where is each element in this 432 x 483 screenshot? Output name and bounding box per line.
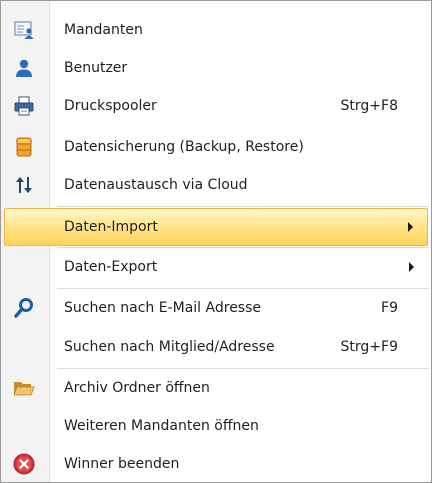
menu-item-label: Winner beenden [64, 456, 180, 472]
exit-icon [12, 452, 36, 476]
menu-item-shortcut: F9 [381, 300, 398, 316]
menu-item-label: Suchen nach Mitglied/Adresse [64, 339, 275, 355]
menu-item-daten-export[interactable]: Daten-Export [4, 248, 428, 286]
menu-item-shortcut: Strg+F9 [340, 339, 398, 355]
menu-item-archiv-ordner[interactable]: Archiv Ordner öffnen [4, 369, 428, 407]
context-menu: Mandanten Benutzer Druckspooler Strg+F8 [0, 0, 432, 483]
menu-item-shortcut: Strg+F8 [340, 98, 398, 114]
menu-item-daten-import[interactable]: Daten-Import [4, 208, 428, 246]
folder-open-icon [12, 376, 36, 400]
menu-item-label: Druckspooler [64, 98, 157, 114]
user-icon [12, 56, 36, 80]
menu-item-label: Datenaustausch via Cloud [64, 177, 248, 193]
menu-item-label: Weiteren Mandanten öffnen [64, 418, 259, 434]
up-down-arrows-icon [12, 173, 36, 197]
search-icon [12, 296, 36, 320]
submenu-arrow-icon [409, 262, 414, 272]
menu-item-datensicherung[interactable]: Datensicherung (Backup, Restore) [4, 128, 428, 166]
menu-separator [57, 206, 429, 207]
menu-item-suchen-email[interactable]: Suchen nach E-Mail Adresse F9 [4, 289, 428, 327]
menu-item-suchen-mitglied[interactable]: Suchen nach Mitglied/Adresse Strg+F9 [4, 328, 428, 366]
clients-list-icon [12, 18, 36, 42]
menu-item-label: Suchen nach E-Mail Adresse [64, 300, 262, 316]
menu-item-label: Archiv Ordner öffnen [64, 380, 210, 396]
menu-item-druckspooler[interactable]: Druckspooler Strg+F8 [4, 87, 428, 125]
submenu-arrow-icon [408, 222, 413, 232]
menu-item-label: Daten-Export [64, 259, 158, 275]
menu-item-label: Daten-Import [64, 219, 158, 235]
menu-item-label: Benutzer [64, 60, 128, 76]
menu-item-label: Mandanten [64, 22, 143, 38]
printer-icon [12, 94, 36, 118]
menu-item-benutzer[interactable]: Benutzer [4, 49, 428, 87]
menu-item-mandanten[interactable]: Mandanten [4, 11, 428, 49]
menu-item-weiteren-mandanten[interactable]: Weiteren Mandanten öffnen [4, 407, 428, 445]
menu-item-winner-beenden[interactable]: Winner beenden [4, 445, 428, 483]
menu-item-label: Datensicherung (Backup, Restore) [64, 139, 304, 155]
menu-item-datenaustausch[interactable]: Datenaustausch via Cloud [4, 166, 428, 204]
database-icon [12, 135, 36, 159]
